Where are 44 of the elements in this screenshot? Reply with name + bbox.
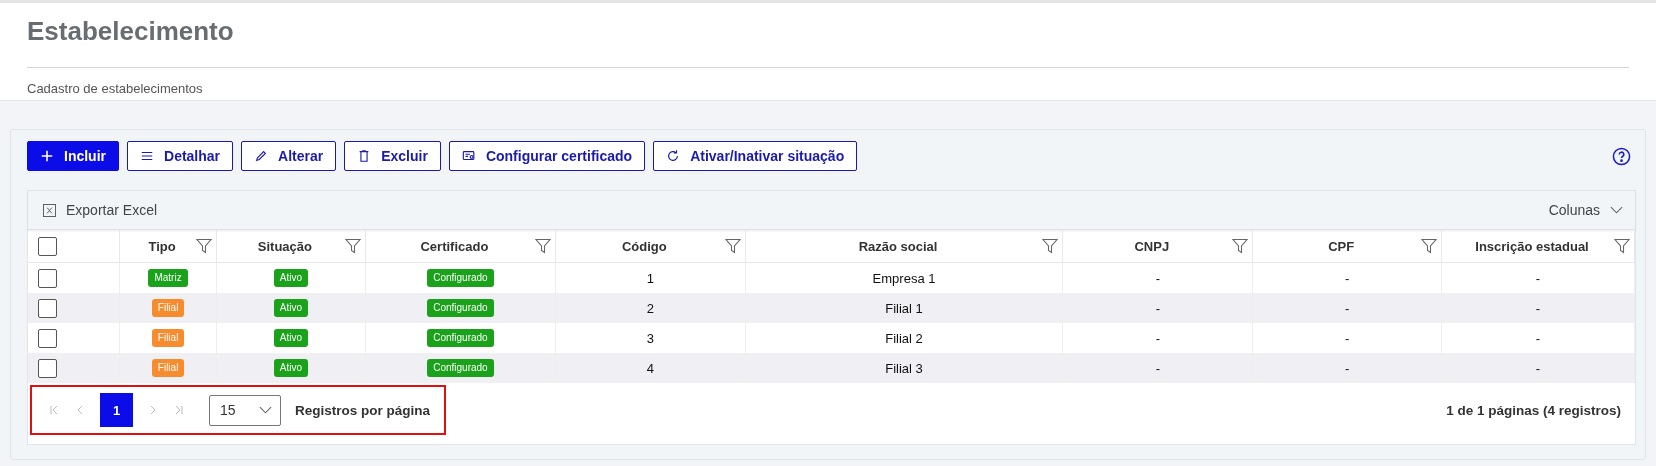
- table-cell: 4: [555, 353, 746, 383]
- table-cell: -: [1252, 293, 1442, 323]
- status-badge: Configurado: [427, 329, 494, 347]
- status-badge: Ativo: [273, 359, 308, 377]
- status-badge: Ativo: [273, 329, 308, 347]
- status-badge: Matriz: [148, 269, 188, 287]
- table-cell: -: [1252, 353, 1442, 383]
- column-header: CNPJ: [1133, 238, 1171, 254]
- table-cell: Filial 3: [745, 353, 1063, 383]
- status-badge: Configurado: [427, 269, 494, 287]
- column-header: Inscrição estadual: [1474, 238, 1590, 254]
- table-cell: -: [1062, 293, 1253, 323]
- column-header: Certificado: [419, 238, 490, 254]
- column-header: Razão social: [857, 238, 939, 254]
- table-cell: -: [1441, 293, 1635, 323]
- page-button[interactable]: 1: [100, 393, 133, 427]
- toolbar-button[interactable]: Configurar certificado: [448, 141, 646, 171]
- page-subtitle: Cadastro de estabelecimentos: [27, 81, 204, 96]
- table-cell: -: [1062, 353, 1253, 383]
- status-badge: Filial: [151, 359, 185, 377]
- column-header: CPF: [1327, 238, 1356, 254]
- column-header: Código: [620, 238, 668, 254]
- column-header: Situação: [256, 238, 313, 254]
- table-cell: 2: [555, 293, 746, 323]
- status-badge: Filial: [151, 329, 185, 347]
- toolbar-button[interactable]: Ativar/Inativar situação: [653, 141, 858, 171]
- toolbar-button[interactable]: Excluir: [344, 141, 441, 171]
- page-size-select[interactable]: 15: [209, 394, 281, 426]
- page-size-label: Registros por página: [295, 402, 431, 418]
- status-badge: Ativo: [273, 299, 308, 317]
- status-badge: Configurado: [427, 299, 494, 317]
- page-title: Estabelecimento: [27, 15, 235, 48]
- table-cell: -: [1441, 353, 1635, 383]
- toolbar-button[interactable]: Incluir: [27, 141, 119, 171]
- toolbar-button[interactable]: Detalhar: [127, 141, 234, 171]
- table-cell: Filial 1: [745, 293, 1063, 323]
- status-badge: Filial: [151, 299, 185, 317]
- status-badge: Ativo: [273, 269, 308, 287]
- toolbar-button[interactable]: Alterar: [241, 141, 337, 171]
- export-excel-button[interactable]: Exportar Excel: [43, 202, 158, 218]
- columns-dropdown[interactable]: Colunas: [1548, 202, 1623, 218]
- status-badge: Configurado: [427, 359, 494, 377]
- pagination-summary: 1 de 1 páginas (4 registros): [1446, 402, 1621, 418]
- column-header: Tipo: [147, 238, 177, 254]
